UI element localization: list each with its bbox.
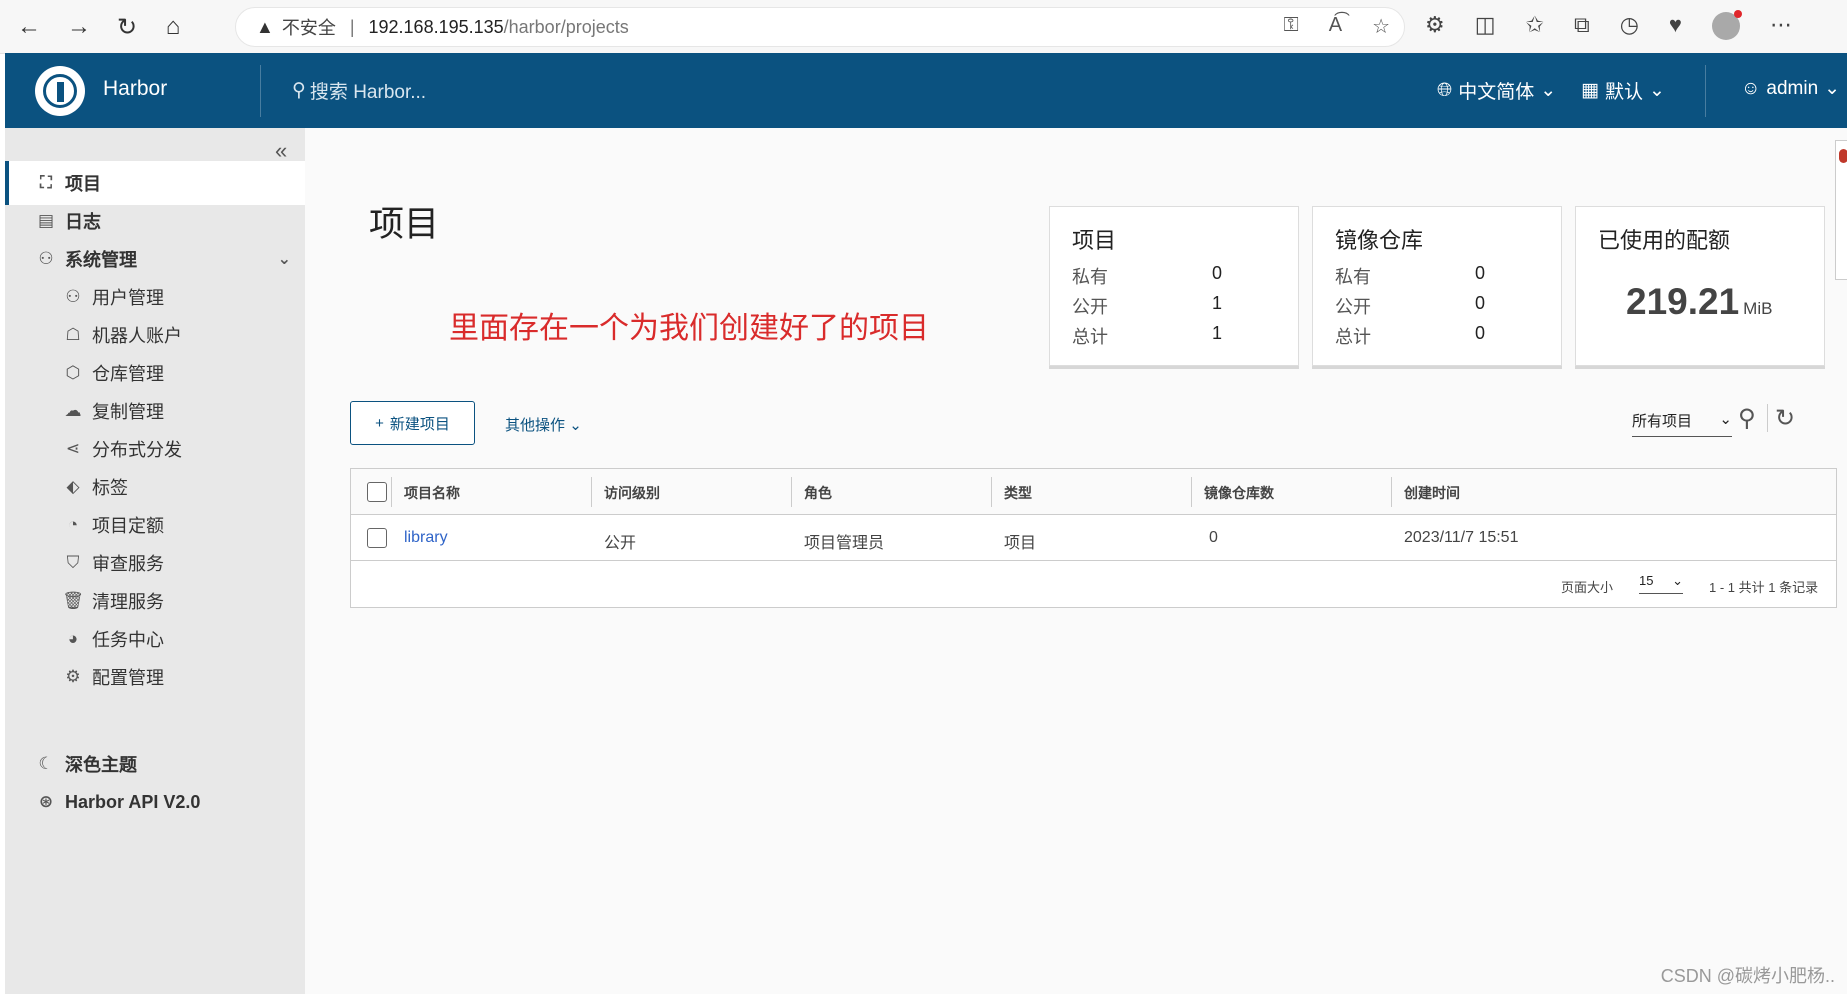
main-content: 项目 里面存在一个为我们创建好了的项目 项目 私有 0 公开 1 总计 1 镜像仓库 …: [305, 128, 1847, 994]
logs-icon: ▤: [37, 211, 55, 230]
chevron-down-icon: ⌄: [1719, 411, 1732, 428]
url-host: 192.168.195.135: [368, 16, 504, 37]
role: 项目管理员: [804, 535, 885, 552]
moon-icon: ☾: [38, 754, 54, 773]
projects-table: 项目名称 访问级别 角色 类型 镜像仓库数 创建时间 library 公开 项目…: [350, 468, 1837, 608]
chevron-down-icon: ⌄: [1672, 573, 1683, 588]
read-aloud-icon[interactable]: A͡: [1329, 14, 1342, 39]
column-header[interactable]: 类型: [1004, 483, 1032, 503]
page-size-select[interactable]: 15 ⌄: [1639, 573, 1683, 594]
quota-summary-card: 已使用的配额 219.21 MiB: [1575, 206, 1825, 366]
favorite-star-icon[interactable]: ☆: [1372, 14, 1390, 39]
global-search[interactable]: ⚲ 搜索 Harbor...: [292, 77, 426, 104]
table-footer: 页面大小 15 ⌄ 1 - 1 共计 1 条记录: [351, 561, 1836, 607]
row-checkbox[interactable]: [367, 528, 387, 548]
access-level: 公开: [604, 535, 637, 552]
refresh-icon[interactable]: ↻: [110, 10, 144, 44]
gauge-icon: ◕: [67, 629, 79, 648]
chevron-down-icon: ⌄: [277, 251, 291, 268]
favorites-icon[interactable]: ✩: [1526, 12, 1544, 40]
table-row[interactable]: library 公开 项目管理员 项目 0 2023/11/7 15:51: [351, 515, 1836, 561]
gear-icon: ⚙: [65, 667, 81, 686]
more-icon[interactable]: ⋯: [1770, 12, 1792, 40]
app-header: Harbor ⚲ 搜索 Harbor... 🌐︎ 中文简体 ⌄ ▦ 默认 ⌄ ☺…: [5, 53, 1847, 128]
insecure-label: 不安全: [281, 18, 336, 38]
pagination-info: 1 - 1 共计 1 条记录: [1709, 580, 1819, 595]
forward-icon[interactable]: →: [62, 10, 96, 44]
project-name-link[interactable]: library: [404, 529, 448, 547]
user-icon: ☺: [1741, 77, 1761, 99]
collections-icon[interactable]: ⧉: [1574, 12, 1590, 40]
repo-count: 0: [1209, 529, 1218, 546]
extensions-icon[interactable]: ⚙: [1425, 12, 1445, 40]
user-menu[interactable]: ☺ admin ⌄: [1741, 77, 1840, 100]
other-actions-dropdown[interactable]: 其他操作 ⌄: [505, 414, 582, 435]
robot-icon: ☖: [65, 325, 81, 344]
history-icon[interactable]: ◷: [1620, 12, 1639, 40]
home-icon[interactable]: ⌂: [156, 10, 190, 44]
browser-toolbar: ← → ↻ ⌂ ▲ 不安全 | 192.168.195.135/harbor/p…: [0, 0, 1847, 54]
project-filter-select[interactable]: 所有项目 ⌄: [1632, 410, 1732, 437]
search-icon: ⚲: [292, 80, 306, 101]
column-header[interactable]: 项目名称: [404, 483, 460, 503]
key-icon[interactable]: ⚿: [1283, 14, 1298, 39]
watermark: CSDN @碳烤小肥杨..: [1660, 966, 1835, 986]
plus-icon: +: [375, 414, 384, 432]
performance-icon[interactable]: ♥: [1669, 12, 1682, 40]
projects-summary-card: 项目 私有 0 公开 1 总计 1: [1049, 206, 1299, 366]
table-header: 项目名称 访问级别 角色 类型 镜像仓库数 创建时间: [351, 469, 1836, 515]
box-icon: ⬡: [65, 363, 81, 382]
repositories-summary-card: 镜像仓库 私有 0 公开 0 总计 0: [1312, 206, 1562, 366]
warning-icon: ▲: [256, 16, 274, 37]
column-header[interactable]: 创建时间: [1404, 483, 1460, 503]
brand-name[interactable]: Harbor: [103, 77, 167, 101]
language-selector[interactable]: 🌐︎ 中文简体 ⌄: [1437, 77, 1556, 104]
search-placeholder: 搜索 Harbor...: [309, 82, 427, 103]
users-icon: ⚇: [65, 287, 81, 306]
api-icon: ⊛: [38, 792, 54, 811]
profile-avatar[interactable]: [1711, 10, 1742, 40]
address-bar[interactable]: ▲ 不安全 | 192.168.195.135/harbor/projects …: [235, 7, 1405, 47]
column-header[interactable]: 镜像仓库数: [1204, 483, 1274, 503]
quota-value: 219.21: [1626, 281, 1740, 322]
sidebar-item-configuration[interactable]: ⚙ 配置管理: [5, 655, 305, 699]
admin-icon: ⚇: [38, 249, 54, 268]
back-icon[interactable]: ←: [12, 10, 46, 44]
share-icon: ⋖: [65, 439, 81, 458]
shield-icon: ⛉: [66, 553, 80, 572]
calendar-icon: ▦: [1581, 80, 1599, 101]
new-project-button[interactable]: + 新建项目: [350, 401, 475, 445]
api-link[interactable]: ⊛ Harbor API V2.0: [5, 780, 305, 824]
dashboard-icon: ◔: [67, 515, 79, 534]
globe-icon: 🌐︎: [1437, 79, 1453, 101]
column-header[interactable]: 访问级别: [604, 483, 660, 503]
chevron-down-icon: ⌄: [1824, 78, 1841, 99]
chevron-down-icon: ⌄: [569, 417, 582, 434]
tag-icon: ⬖: [66, 477, 80, 496]
chevron-down-icon: ⌄: [1540, 80, 1557, 101]
url-path: /harbor/projects: [503, 16, 629, 37]
datetime-scope-selector[interactable]: ▦ 默认 ⌄: [1581, 77, 1665, 104]
refresh-icon[interactable]: ↻: [1775, 404, 1795, 433]
cloud-icon: ☁︎: [64, 401, 82, 420]
column-header[interactable]: 角色: [804, 483, 832, 503]
split-screen-icon[interactable]: ◫: [1475, 12, 1496, 40]
page-title: 项目: [369, 205, 440, 244]
type: 项目: [1004, 535, 1037, 552]
annotation-text: 里面存在一个为我们创建好了的项目: [449, 312, 929, 345]
created-time: 2023/11/7 15:51: [1404, 529, 1519, 546]
side-panel-handle[interactable]: [1835, 140, 1847, 280]
quota-unit: MiB: [1743, 299, 1773, 318]
harbor-logo[interactable]: [35, 66, 85, 116]
chevron-down-icon: ⌄: [1648, 80, 1665, 101]
page-size-label: 页面大小: [1561, 580, 1614, 595]
sidebar: « ⛶ 项目 ▤ 日志 ⚇ 系统管理 ⌄ ⚇ 用户管理 ☖ 机器人账户 ⬡ 仓库…: [5, 128, 305, 994]
trash-icon: 🗑︎: [62, 591, 84, 610]
select-all-checkbox[interactable]: [367, 482, 387, 502]
projects-icon: ⛶: [40, 173, 52, 192]
search-icon[interactable]: ⚲: [1738, 404, 1756, 433]
